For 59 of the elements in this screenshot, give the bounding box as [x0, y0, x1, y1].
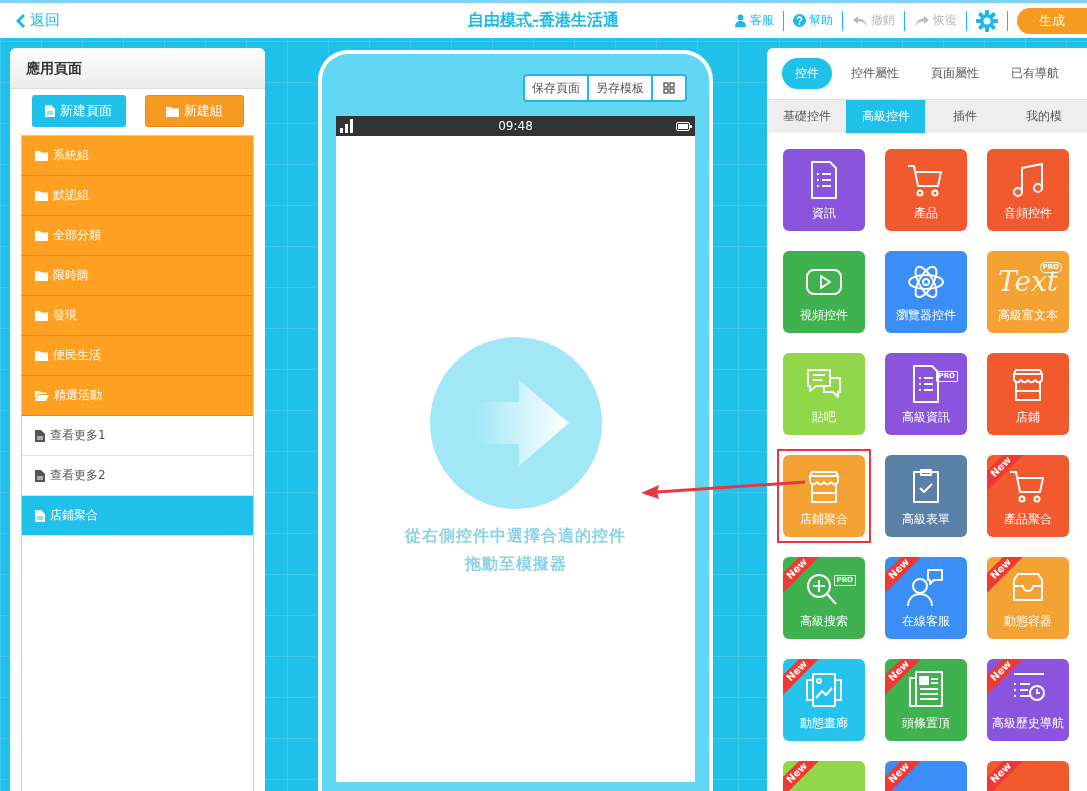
page-list-item[interactable]: 精選活動: [22, 376, 253, 416]
page-icon: [35, 469, 45, 482]
widget-tile[interactable]: 店鋪聚合: [783, 455, 865, 537]
drag-hint-text: 從右側控件中選擇合適的控件 拖動至模擬器: [405, 525, 626, 575]
page-list-item[interactable]: 默認組: [22, 176, 253, 216]
page-list-item[interactable]: 店鋪聚合: [22, 496, 253, 536]
folder-icon: [35, 190, 48, 201]
panel-title: 應用頁面: [10, 48, 265, 89]
folder-icon: [35, 350, 48, 361]
back-link[interactable]: 返回: [0, 11, 60, 30]
toolbar-button[interactable]: 另存模板: [589, 74, 653, 102]
page-icon: [35, 429, 45, 442]
widget-tile[interactable]: 瀏覽器控件: [885, 251, 967, 333]
panel-tab[interactable]: 控件屬性: [838, 58, 912, 89]
toolbar-button[interactable]: 保存頁面: [523, 74, 589, 102]
page-icon: [35, 509, 45, 522]
page-list-item[interactable]: 限時購: [22, 256, 253, 296]
widget-tile[interactable]: 店鋪: [987, 353, 1069, 435]
page-list-item[interactable]: 系統組: [22, 136, 253, 176]
folder-icon: [35, 310, 48, 321]
support-link[interactable]: 客服: [734, 12, 774, 29]
panel-tab[interactable]: 控件: [782, 58, 832, 89]
folder-icon: [35, 270, 48, 281]
widget-tile[interactable]: 音頻控件: [987, 149, 1069, 231]
new-group-button[interactable]: 新建組: [144, 95, 244, 127]
category-tab[interactable]: 基礎控件: [767, 100, 846, 133]
project-title[interactable]: 自由模式-香港生活通: [468, 10, 619, 31]
widget-tile[interactable]: 產品: [885, 149, 967, 231]
category-tab[interactable]: 我的模: [1004, 100, 1083, 133]
qr-code-icon: [663, 82, 675, 94]
page-list-item[interactable]: 全部分類: [22, 216, 253, 256]
category-tab[interactable]: 插件: [925, 100, 1004, 133]
folder-icon: [165, 105, 179, 117]
widget-tile[interactable]: 高級表單: [885, 455, 967, 537]
open-folder-icon: [35, 390, 49, 401]
clock-time: 09:48: [498, 119, 533, 133]
chevron-left-icon: [16, 13, 26, 28]
widget-tile[interactable]: 貼吧: [783, 353, 865, 435]
generate-button[interactable]: 生成: [1017, 7, 1087, 34]
page-icon: [45, 105, 55, 117]
widget-tile[interactable]: 資訊: [783, 149, 865, 231]
help-link[interactable]: 幫助: [793, 12, 833, 29]
page-list-item[interactable]: 便民生活: [22, 336, 253, 376]
folder-icon: [35, 150, 48, 161]
widget-tile[interactable]: 視頻控件: [783, 251, 865, 333]
new-page-button[interactable]: 新建頁面: [31, 95, 126, 127]
signal-icon: [339, 119, 355, 133]
folder-icon: [35, 230, 48, 241]
battery-icon: [676, 121, 692, 131]
help-icon: [793, 14, 806, 27]
panel-tab[interactable]: 已有導航: [998, 58, 1072, 89]
redo-icon: [914, 14, 930, 27]
qr-code-button[interactable]: [653, 74, 687, 102]
person-icon: [734, 14, 747, 27]
page-list-item[interactable]: 發現: [22, 296, 253, 336]
category-tab[interactable]: 高級控件: [846, 100, 925, 133]
panel-tab[interactable]: 頁面屬性: [918, 58, 992, 89]
settings-icon[interactable]: [976, 9, 998, 32]
undo-icon: [852, 14, 868, 27]
